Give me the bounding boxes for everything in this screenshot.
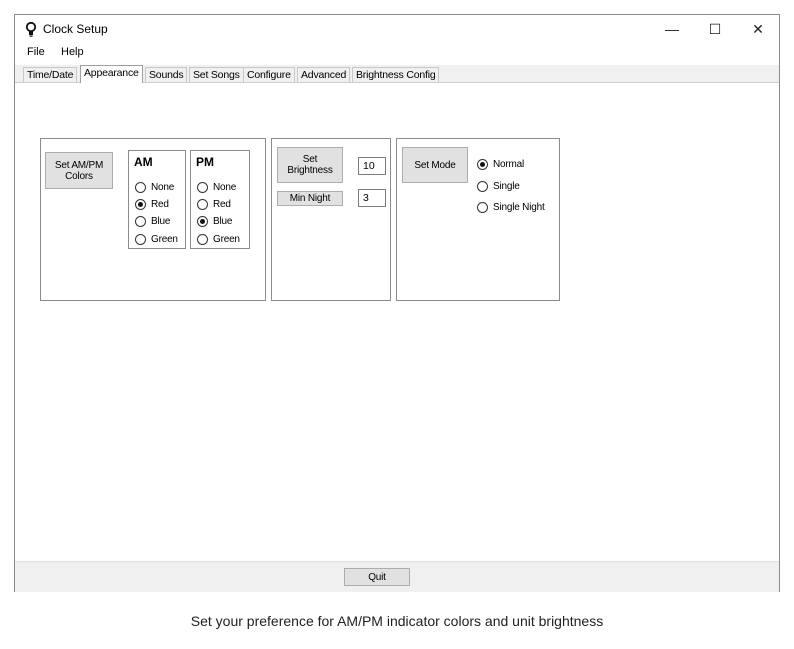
quit-button[interactable]: Quit: [344, 568, 410, 586]
maximize-icon: ☐: [708, 20, 722, 37]
tab-strip: Time/Date Appearance Sounds Set Songs Co…: [15, 65, 779, 83]
am-option-blue[interactable]: Blue: [135, 214, 170, 228]
pm-group: PM None Red Blue Green: [190, 150, 250, 249]
caption-text: Set your preference for AM/PM indicator …: [190, 613, 604, 629]
set-mode-button[interactable]: Set Mode: [402, 147, 468, 183]
pm-option-green[interactable]: Green: [197, 232, 240, 246]
radio-icon: [135, 181, 146, 193]
light-bulb-icon: [25, 22, 37, 37]
am-option-none[interactable]: None: [135, 180, 174, 194]
mode-option-single-night[interactable]: Single Night: [477, 200, 545, 214]
tab-appearance[interactable]: Appearance: [80, 65, 143, 83]
min-night-label: Min Night: [277, 191, 343, 206]
radio-icon: [197, 181, 208, 193]
min-night-input[interactable]: 3: [358, 189, 386, 207]
tab-advanced[interactable]: Advanced: [297, 67, 351, 82]
footer-bar: Quit: [15, 561, 779, 592]
menu-file[interactable]: File: [27, 46, 45, 58]
am-option-red[interactable]: Red: [135, 197, 169, 211]
radio-icon: [477, 180, 488, 192]
radio-icon: [135, 233, 146, 245]
colors-panel: Set AM/PM Colors AM None Red Blue Green …: [40, 138, 266, 301]
radio-checked-icon: [477, 158, 488, 170]
radio-icon: [477, 201, 488, 213]
brightness-input[interactable]: 10: [358, 157, 386, 175]
am-option-green[interactable]: Green: [135, 232, 178, 246]
set-am-pm-colors-button[interactable]: Set AM/PM Colors: [45, 152, 113, 189]
radio-checked-icon: [135, 198, 146, 210]
radio-icon: [197, 233, 208, 245]
close-icon: ✕: [752, 20, 764, 37]
mode-panel: Set Mode Normal Single Single Night: [396, 138, 560, 301]
minimize-button[interactable]: —: [651, 15, 693, 43]
tab-brightness-config[interactable]: Brightness Config: [352, 67, 440, 82]
radio-icon: [197, 198, 208, 210]
maximize-button[interactable]: ☐: [694, 15, 736, 43]
mode-option-single[interactable]: Single: [477, 179, 520, 193]
tab-configure[interactable]: Configure: [243, 67, 295, 82]
radio-checked-icon: [197, 215, 208, 227]
tab-set-songs[interactable]: Set Songs: [189, 67, 244, 82]
minimize-icon: —: [665, 21, 679, 37]
pm-option-blue[interactable]: Blue: [197, 214, 232, 228]
tab-sounds[interactable]: Sounds: [145, 67, 188, 82]
tab-time-date[interactable]: Time/Date: [23, 67, 78, 82]
am-group: AM None Red Blue Green: [128, 150, 186, 249]
pm-option-red[interactable]: Red: [197, 197, 231, 211]
set-brightness-button[interactable]: Set Brightness: [277, 147, 343, 183]
menu-bar: File Help: [15, 44, 779, 62]
mode-option-normal[interactable]: Normal: [477, 157, 524, 171]
radio-icon: [135, 215, 146, 227]
title-bar: Clock Setup — ☐ ✕: [15, 15, 779, 43]
brightness-panel: Set Brightness 10 Min Night 3: [271, 138, 391, 301]
app-window: Clock Setup — ☐ ✕ File Help Time/Date Ap…: [14, 14, 780, 592]
pm-option-none[interactable]: None: [197, 180, 236, 194]
pm-title: PM: [196, 155, 214, 169]
window-title: Clock Setup: [43, 22, 108, 36]
close-button[interactable]: ✕: [737, 15, 779, 43]
am-title: AM: [134, 155, 153, 169]
menu-help[interactable]: Help: [61, 46, 84, 58]
